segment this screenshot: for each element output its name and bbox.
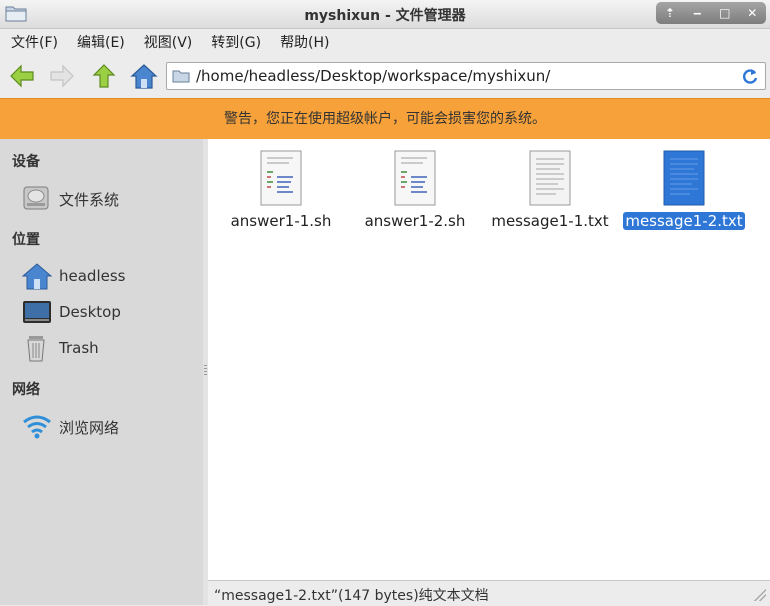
location-path[interactable]: /home/headless/Desktop/workspace/myshixu…	[196, 67, 550, 85]
menu-view[interactable]: 视图(V)	[144, 32, 193, 52]
status-bar: “message1-2.txt”(147 bytes)纯文本文档	[208, 580, 770, 606]
up-icon[interactable]: ⇡	[660, 6, 680, 20]
menu-go[interactable]: 转到(G)	[211, 32, 261, 52]
file-name: message1-1.txt	[491, 212, 609, 230]
sidebar-item-label: headless	[59, 267, 126, 285]
script-file-icon	[260, 150, 302, 206]
file-name-wrapper: message1-2.txt	[614, 212, 754, 230]
maximize-icon[interactable]: □	[715, 6, 735, 20]
sidebar-item-label: 浏览网络	[59, 419, 120, 437]
window-controls: ⇡ ‒ □ ✕	[656, 2, 766, 24]
sidebar-heading-places: 位置	[12, 232, 40, 248]
wifi-icon	[23, 415, 51, 439]
sidebar-heading-devices: 设备	[12, 154, 40, 170]
sidebar-item-label: Trash	[59, 339, 99, 357]
menu-bar: 文件(F) 编辑(E) 视图(V) 转到(G) 帮助(H)	[0, 28, 770, 56]
sidebar: 设备 文件系统 位置 headless Desktop Trash 网络 浏览网…	[0, 139, 204, 605]
home-icon	[22, 263, 52, 290]
file-name: answer1-2.sh	[364, 212, 466, 230]
arrow-left-icon[interactable]	[8, 62, 36, 90]
title-bar: myshixun - 文件管理器 ⇡ ‒ □ ✕	[0, 0, 770, 29]
sidebar-item-trash[interactable]: Trash	[22, 334, 192, 362]
file-name: message1-2.txt	[623, 212, 745, 230]
file-item-selected[interactable]: message1-2.txt	[614, 150, 754, 250]
menu-file[interactable]: 文件(F)	[11, 32, 58, 52]
trash-icon	[27, 336, 45, 362]
script-file-icon	[394, 150, 436, 206]
sidebar-item-browse-network[interactable]: 浏览网络	[22, 412, 192, 440]
sidebar-heading-network: 网络	[12, 382, 40, 398]
menu-help[interactable]: 帮助(H)	[280, 32, 329, 52]
file-view: answer1-1.sh answer1-2.sh message1-1.txt…	[208, 139, 770, 580]
text-file-icon	[663, 150, 705, 206]
sidebar-item-desktop[interactable]: Desktop	[22, 298, 192, 326]
minimize-icon[interactable]: ‒	[687, 6, 707, 20]
arrow-right-icon[interactable]	[48, 62, 76, 90]
file-name: answer1-1.sh	[230, 212, 332, 230]
folder-icon	[172, 70, 190, 83]
drive-icon	[23, 186, 49, 210]
arrow-up-icon[interactable]	[90, 62, 118, 90]
file-item[interactable]: message1-1.txt	[480, 150, 620, 250]
sidebar-item-label: Desktop	[59, 303, 121, 321]
refresh-icon[interactable]	[741, 67, 759, 85]
splitter-grip[interactable]	[204, 365, 207, 377]
text-file-icon	[529, 150, 571, 206]
desktop-icon	[23, 301, 51, 323]
menu-edit[interactable]: 编辑(E)	[77, 32, 125, 52]
sidebar-item-headless[interactable]: headless	[22, 262, 192, 290]
window-title: myshixun - 文件管理器	[304, 8, 466, 24]
root-warning-banner: 警告，您正在使用超级帐户，可能会损害您的系统。	[0, 98, 770, 140]
sidebar-item-label: 文件系统	[59, 191, 120, 209]
location-bar[interactable]: /home/headless/Desktop/workspace/myshixu…	[166, 62, 766, 90]
resize-grip[interactable]	[754, 589, 766, 601]
home-icon[interactable]	[130, 62, 158, 90]
sidebar-item-filesystem[interactable]: 文件系统	[22, 184, 192, 212]
toolbar: /home/headless/Desktop/workspace/myshixu…	[0, 56, 770, 96]
status-text: “message1-2.txt”(147 bytes)纯文本文档	[214, 588, 489, 604]
close-icon[interactable]: ✕	[742, 6, 762, 20]
file-item[interactable]: answer1-2.sh	[345, 150, 485, 250]
file-item[interactable]: answer1-1.sh	[211, 150, 351, 250]
